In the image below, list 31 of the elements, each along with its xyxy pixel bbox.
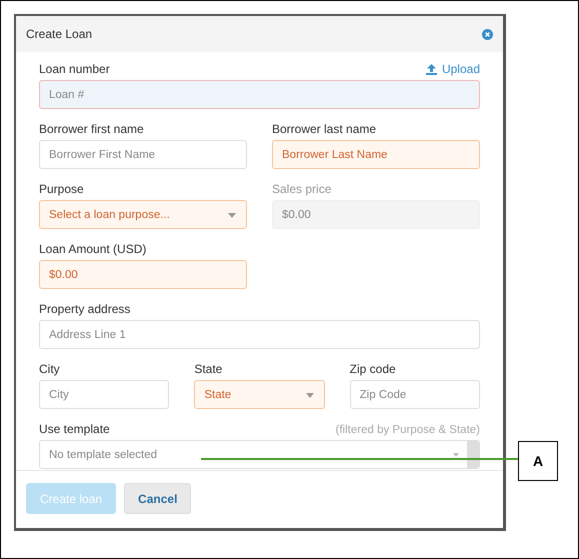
input-field[interactable]: Address Line 1 xyxy=(39,320,480,349)
select-field[interactable]: State xyxy=(194,380,325,409)
scrollbar xyxy=(467,441,479,468)
input-field[interactable]: $0.00 xyxy=(39,260,247,289)
field-hint: (filtered by Purpose & State) xyxy=(336,424,480,436)
field-label: Zip code xyxy=(350,362,396,376)
input-field[interactable]: Borrower First Name xyxy=(39,140,247,169)
input-field[interactable]: Borrower Last Name xyxy=(272,140,480,169)
caret-icon xyxy=(228,213,236,218)
upload-icon xyxy=(426,64,437,74)
caret-icon xyxy=(306,393,314,398)
field-label: Property address xyxy=(39,302,130,316)
input-field[interactable]: City xyxy=(39,380,170,409)
input-field[interactable]: Zip Code xyxy=(350,380,480,409)
field-label: Purpose xyxy=(39,182,84,196)
input-field[interactable]: Loan # xyxy=(39,80,480,109)
dialog-title: Create Loan xyxy=(26,27,92,41)
field-label: State xyxy=(194,362,222,376)
field-label: City xyxy=(39,362,60,376)
select-field[interactable]: No template selected xyxy=(39,440,480,469)
select-field[interactable]: Select a loan purpose... xyxy=(39,200,247,229)
field-label: Sales price xyxy=(272,182,332,196)
upload-link[interactable]: Upload xyxy=(426,62,480,76)
cancel-button[interactable]: Cancel xyxy=(124,483,192,514)
field-label: Use template xyxy=(39,422,110,436)
field-label: Loan number xyxy=(39,62,110,76)
field-label: Loan Amount (USD) xyxy=(39,242,146,256)
callout-label: A xyxy=(518,441,558,481)
field-label: Borrower last name xyxy=(272,122,376,136)
close-icon[interactable] xyxy=(482,28,493,40)
field-label: Borrower first name xyxy=(39,122,144,136)
